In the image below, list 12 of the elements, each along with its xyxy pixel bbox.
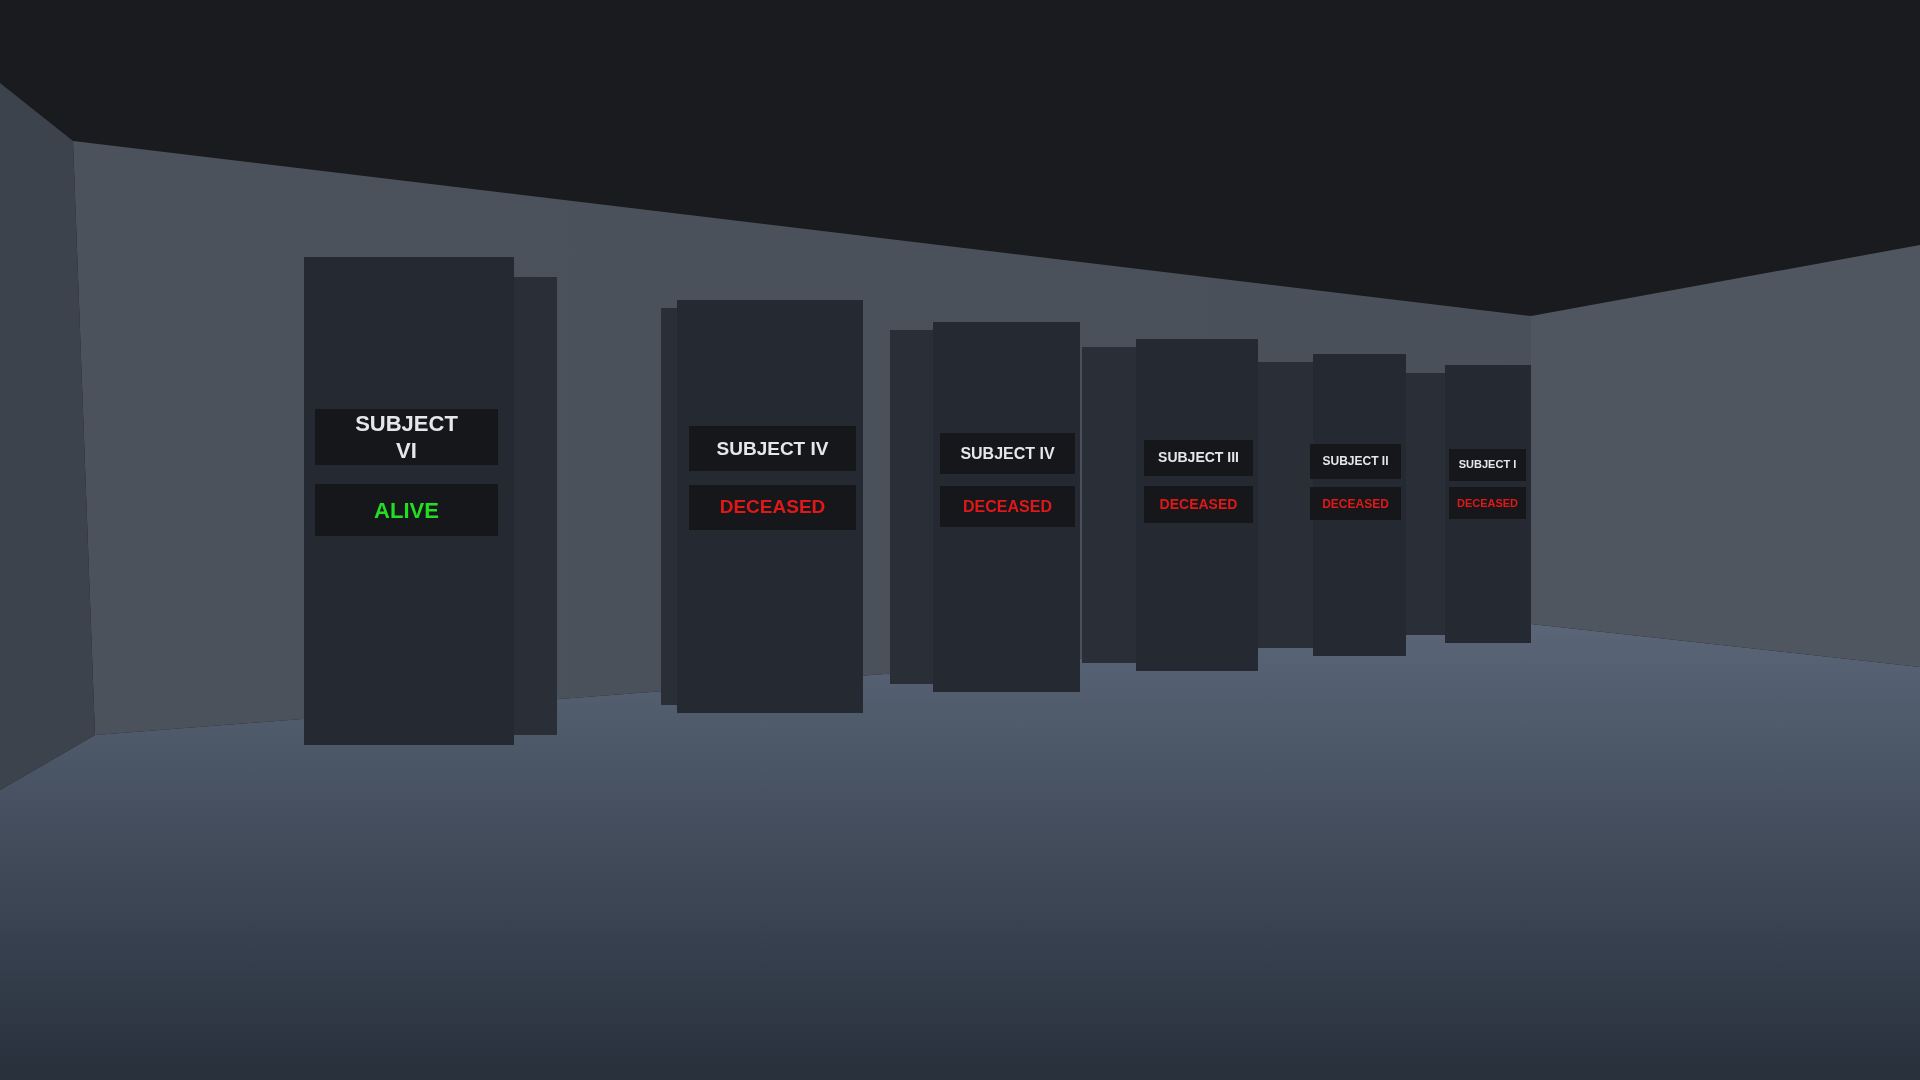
- name-plate: SUBJECT IV: [689, 426, 856, 471]
- status-plate: DECEASED: [940, 486, 1075, 527]
- status-plate: DECEASED: [689, 485, 856, 530]
- name-plate: SUBJECT IV: [940, 433, 1075, 474]
- status-plate: DECEASED: [1144, 486, 1253, 523]
- name-plate: SUBJECT I: [1449, 449, 1526, 481]
- name-plate: SUBJECT II: [1310, 444, 1401, 479]
- status-plate: DECEASED: [1310, 487, 1401, 520]
- status-plate: ALIVE: [315, 484, 498, 536]
- name-plate: SUBJECT III: [1144, 440, 1253, 476]
- name-plate: SUBJECT VI: [315, 409, 498, 465]
- status-plate: DECEASED: [1449, 487, 1526, 519]
